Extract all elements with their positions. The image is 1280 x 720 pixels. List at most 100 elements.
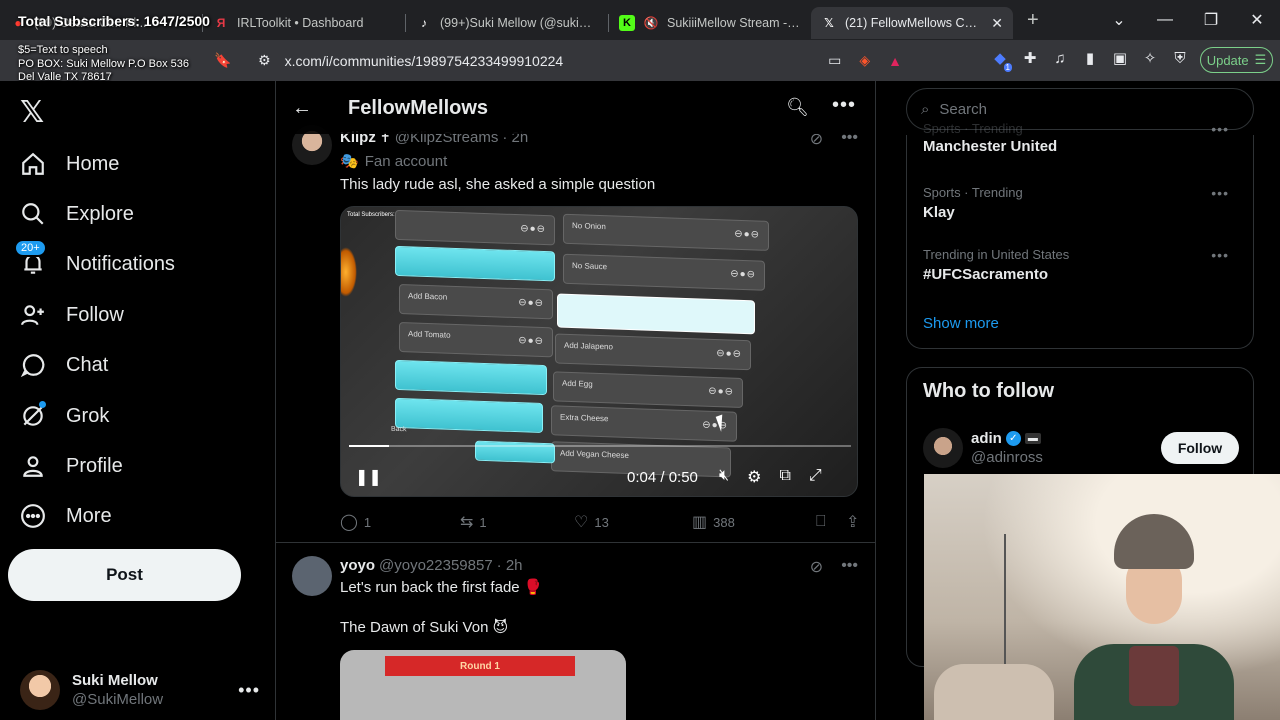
more-icon[interactable]: ••• [1211, 185, 1229, 201]
nav-item-home[interactable]: Home [20, 151, 119, 177]
new-tab-icon[interactable]: + [1027, 9, 1039, 32]
more-icon[interactable]: ••• [1211, 247, 1229, 263]
browser-tab-5[interactable]: 𝕏 (21) FellowMellows Comm... ✕ [811, 7, 1013, 39]
picture-in-picture-icon[interactable]: ⧉ [779, 467, 790, 487]
mute-icon[interactable]: 🔇︎ [719, 467, 729, 487]
video-menu-button: No Onion ⊖●⊖ [563, 213, 769, 251]
account-switcher[interactable]: Suki Mellow @SukiMellow ••• [20, 670, 260, 710]
avatar [923, 428, 963, 468]
browser-tab-3[interactable]: ♪ (99+)Suki Mellow (@sukimello... [406, 7, 608, 39]
more-icon[interactable]: ••• [1211, 121, 1229, 137]
extension-shield-icon[interactable]: ◆ 1 [990, 48, 1012, 72]
sidebar-icon[interactable]: ▮ [1080, 48, 1100, 68]
browser-tab-4[interactable]: K 🔇 SukiiiMellow Stream - Wa... [609, 7, 811, 39]
trend-item[interactable]: Sports · Trending Manchester United ••• [923, 121, 1239, 155]
repost-icon: ⇆ [460, 514, 474, 531]
back-arrow-icon[interactable]: ← [292, 97, 312, 120]
video-menu-button: Extra Cheese ⊖●⊖ [551, 405, 737, 442]
fullscreen-icon[interactable]: ⤢ [809, 467, 822, 487]
cast-icon[interactable]: ▭ [828, 52, 841, 69]
views-button[interactable]: ▥ 388 [692, 512, 816, 532]
trends-card: Sports · Trending Manchester United ••• … [906, 121, 1254, 349]
nav-item-notifications[interactable]: 20+ Notifications [14, 239, 175, 277]
show-more-link[interactable]: Show more [923, 315, 999, 332]
bell-icon: 20+ [14, 239, 47, 277]
home-icon [20, 151, 46, 177]
left-sidebar: 𝕏 Home Explore 20+ Notifications Follow … [0, 81, 276, 720]
overlay-line: $5=Text to speech [18, 44, 108, 56]
more-icon[interactable]: ••• [841, 557, 858, 577]
webcam-top [1129, 646, 1179, 706]
suggestion-handle: @adinross [971, 449, 1043, 466]
video-menu-button: Add Tomato ⊖●⊖ [399, 321, 553, 358]
grok-explain-icon[interactable]: ⊘ [810, 557, 823, 577]
trend-name: Manchester United [923, 138, 1058, 155]
search-icon[interactable]: 🔍︎ [786, 97, 809, 118]
leo-ai-icon[interactable]: ✧ [1140, 48, 1160, 68]
trend-item[interactable]: Sports · Trending Klay ••• [923, 185, 1239, 221]
update-label: Update [1206, 52, 1249, 68]
account-handle: @SukiMellow [72, 691, 164, 708]
x-logo-icon[interactable]: 𝕏 [20, 95, 44, 130]
nav-label: Notifications [66, 252, 175, 275]
nav-item-follow[interactable]: Follow [20, 302, 124, 328]
tab-title: SukiiiMellow Stream - Wa... [667, 16, 801, 30]
nav-item-grok[interactable]: Grok [20, 401, 109, 429]
close-window-icon[interactable]: ✕ [1234, 10, 1280, 30]
puzzle-icon[interactable]: ✚ [1020, 48, 1040, 68]
site-info-icon[interactable]: ⚙ [258, 52, 271, 69]
browser-tab-2[interactable]: Я IRLToolkit • Dashboard [203, 7, 405, 39]
wallet-icon[interactable]: ▣ [1110, 48, 1130, 68]
like-button[interactable]: ♡ 13 [574, 512, 692, 532]
author-handle[interactable]: @yoyo22359857 [379, 557, 493, 574]
webcam-sofa [934, 664, 1054, 720]
video-progress-bar[interactable] [349, 445, 851, 447]
pause-icon[interactable]: ❚❚ [355, 467, 382, 487]
post-time[interactable]: · 2h [497, 557, 523, 574]
author-name[interactable]: yoyo [340, 557, 375, 574]
settings-gear-icon[interactable]: ⚙ [747, 467, 761, 487]
share-button[interactable]: ⇪ [846, 512, 859, 532]
heart-icon: ♡ [574, 514, 589, 531]
address-bar[interactable]: 🔖 ⚙ x.com/i/communities/1989754233499910… [214, 46, 912, 75]
extensions-row: ◆ 1 ✚ ♫ ▮ ▣ ✧ ⛨ [990, 48, 1190, 72]
post-button[interactable]: Post [8, 549, 241, 601]
video-back-label: Back [391, 425, 407, 434]
more-icon[interactable]: ••• [832, 94, 856, 117]
reply-button[interactable]: ◯ 1 [340, 512, 460, 532]
video-menu-button: Add Bacon ⊖●⊖ [399, 283, 553, 320]
vpn-icon[interactable]: ⛨ [1170, 48, 1190, 68]
verified-badge-icon: ✓ [1005, 431, 1021, 446]
more-circle-icon [20, 503, 46, 529]
post[interactable]: Klipz ✝ @KlipzStreams · 2h ⊘ ••• 🎭 Fan a… [276, 117, 875, 543]
follow-suggestion[interactable]: adin ✓ ▬ @adinross [923, 428, 1043, 468]
trend-item[interactable]: Trending in United States #UFCSacramento… [923, 247, 1239, 283]
close-tab-icon[interactable]: ✕ [991, 15, 1003, 32]
post-media-image[interactable]: Round 1 [340, 650, 626, 720]
fan-account-tag: 🎭 Fan account [340, 152, 447, 171]
video-menu-button [395, 397, 543, 434]
nav-item-chat[interactable]: Chat [20, 352, 108, 378]
nav-item-profile[interactable]: Profile [20, 453, 123, 479]
video-player[interactable]: Total Subscribers: 1647/2500 ⊖●⊖ Add Bac… [340, 206, 858, 497]
bookmark-icon[interactable]: 🔖 [214, 52, 231, 69]
update-button[interactable]: Update ☰ [1200, 47, 1273, 73]
suggestion-name: adin [971, 430, 1002, 447]
repost-button[interactable]: ⇆ 1 [460, 512, 574, 532]
search-placeholder: Search [939, 100, 987, 118]
brave-shield-icon[interactable]: ◈ [859, 52, 870, 69]
bookmark-button[interactable]: ⎕ [816, 513, 846, 531]
brave-rewards-icon[interactable]: ▲ [888, 53, 902, 69]
minimize-icon[interactable]: — [1142, 11, 1188, 29]
nav-item-explore[interactable]: Explore [20, 201, 134, 227]
person-icon [20, 453, 46, 479]
section-title: Who to follow [923, 380, 1055, 402]
restore-icon[interactable]: ❐ [1188, 10, 1234, 30]
video-menu-button: ⊖●⊖ [395, 209, 555, 246]
follow-button[interactable]: Follow [1161, 432, 1239, 464]
avatar[interactable] [292, 556, 332, 596]
nav-item-more[interactable]: More [20, 503, 112, 529]
music-icon[interactable]: ♫ [1050, 48, 1070, 68]
post-text: The Dawn of Suki Von 😈 [340, 619, 509, 636]
tab-search-icon[interactable]: ⌄ [1096, 10, 1142, 30]
